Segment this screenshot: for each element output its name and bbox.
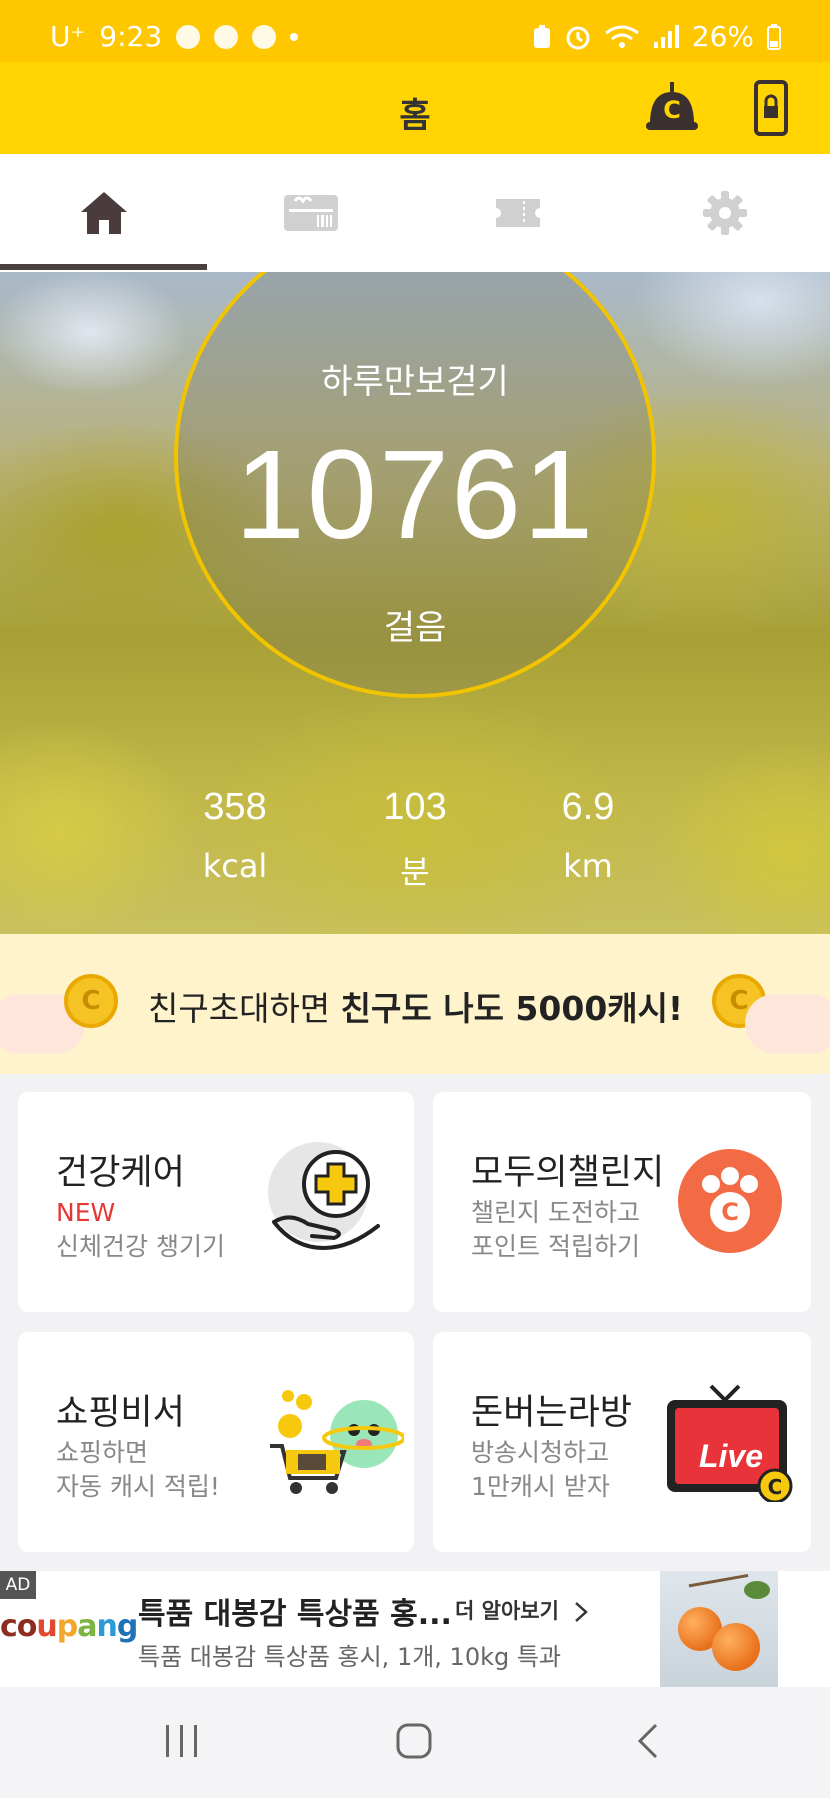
ticket-icon — [495, 199, 540, 227]
minutes-stat: 103 분 — [325, 786, 505, 893]
card-title: 쇼핑비서 — [56, 1393, 185, 1433]
page-title: 홈 — [399, 96, 431, 136]
live-badge: Live — [698, 1438, 764, 1474]
ad-more-label: 더 알아보기 — [455, 1599, 559, 1623]
wifi-icon — [604, 25, 639, 48]
clock: 9:23 — [99, 20, 163, 53]
tab-ticket[interactable] — [414, 154, 621, 272]
more-notifications-icon — [290, 32, 299, 41]
coin-icon: C — [64, 974, 118, 1028]
card-subtitle-2: 1만캐시 받자 — [471, 1472, 610, 1501]
tab-home[interactable] — [0, 154, 207, 272]
signal-icon — [653, 24, 679, 48]
ad-product-image — [660, 1571, 778, 1687]
svg-text:C: C — [768, 1475, 783, 1499]
card-subtitle: 신체건강 챙기기 — [56, 1232, 225, 1261]
health-care-icon — [268, 1142, 380, 1251]
active-tab-indicator — [0, 264, 207, 270]
calories-unit: kcal — [202, 847, 268, 885]
ad-title: 특품 대봉감 특상품 홍... — [138, 1597, 452, 1632]
coupang-logo: coupang — [0, 1609, 138, 1644]
card-subtitle-2: 포인트 적립하기 — [471, 1232, 640, 1261]
tab-settings[interactable] — [621, 154, 828, 272]
card-title: 모두의챌린지 — [471, 1153, 665, 1193]
lock-screen-button[interactable] — [740, 78, 800, 138]
notification-icon — [252, 24, 277, 49]
system-nav-bar — [0, 1687, 830, 1798]
notification-icon — [176, 24, 201, 49]
tab-bar — [0, 154, 830, 272]
calories-value: 358 — [203, 786, 267, 828]
new-badge: NEW — [56, 1198, 116, 1227]
app-bar: 홈 C — [0, 62, 830, 154]
ad-more-link[interactable]: 더 알아보기 — [455, 1595, 589, 1625]
battery-icon — [767, 23, 781, 50]
carrier-label: U⁺ — [50, 20, 86, 53]
status-right: 26% — [532, 20, 782, 53]
minutes-value: 103 — [383, 786, 447, 828]
ad-banner[interactable]: AD coupang 특품 대봉감 특상품 홍... 더 알아보기 특품 대봉감… — [0, 1571, 830, 1687]
invite-text-prefix: 친구초대하면 — [148, 989, 341, 1028]
notification-icon — [214, 24, 239, 49]
hand-right-icon — [745, 994, 830, 1054]
steps-count: 10761 — [234, 424, 596, 565]
challenge-card[interactable]: 모두의챌린지 챌린지 도전하고 포인트 적립하기 C — [433, 1092, 811, 1312]
ad-tag: AD — [0, 1571, 36, 1599]
paw-icon: C — [678, 1149, 782, 1253]
live-broadcast-card[interactable]: 돈버는라방 방송시청하고 1만캐시 받자 C Live — [433, 1332, 811, 1552]
tab-gift[interactable] — [207, 154, 414, 272]
alarm-icon — [566, 26, 590, 49]
minutes-unit: 분 — [400, 853, 430, 891]
status-left: U⁺ 9:23 — [50, 20, 299, 53]
app-screen: U⁺ 9:23 26% 홈 C 하루만보걷기 10761 걸음 358 kcal… — [0, 0, 830, 1798]
steps-unit: 걸음 — [383, 608, 447, 648]
card-subtitle: 챌린지 도전하고 — [471, 1198, 640, 1227]
battery-percent: 26% — [691, 20, 754, 53]
home-icon — [80, 192, 127, 234]
gift-card-icon — [283, 195, 338, 231]
card-subtitle: 쇼핑하면 — [56, 1438, 149, 1467]
phone-lock-icon — [754, 80, 788, 136]
gear-icon — [702, 191, 747, 235]
invite-banner-text: 친구초대하면 친구도 나도 5000캐시! — [148, 982, 683, 1030]
distance-stat: 6.9 km — [498, 786, 678, 885]
svg-text:C: C — [663, 96, 681, 124]
chevron-right-icon — [575, 1602, 589, 1622]
home-button[interactable] — [394, 1721, 434, 1761]
status-bar: U⁺ 9:23 26% — [0, 0, 830, 62]
invite-text-highlight: 친구도 나도 5000캐시! — [340, 989, 684, 1028]
calories-stat: 358 kcal — [145, 786, 325, 885]
card-title: 돈버는라방 — [471, 1393, 633, 1433]
card-subtitle: 방송시청하고 — [471, 1438, 610, 1467]
card-subtitle-2: 자동 캐시 적립! — [56, 1472, 220, 1501]
invite-friends-banner[interactable]: C 친구초대하면 친구도 나도 5000캐시! C — [0, 934, 830, 1074]
distance-value: 6.9 — [561, 786, 615, 828]
svg-text:C: C — [721, 1198, 739, 1226]
shopping-cart-mascot-icon — [270, 1390, 404, 1494]
cash-hat-button[interactable]: C — [642, 78, 702, 138]
recent-apps-button[interactable] — [164, 1721, 200, 1761]
health-care-card[interactable]: 건강케어 NEW 신체건강 챙기기 — [18, 1092, 414, 1312]
pedometer-panel: 하루만보걷기 10761 걸음 358 kcal 103 분 6.9 km — [0, 272, 830, 934]
battery-saver-icon — [533, 24, 550, 48]
card-title: 건강케어 — [56, 1153, 185, 1193]
cash-hat-icon: C — [646, 82, 698, 130]
ad-subtitle: 특품 대봉감 특상품 홍시, 1개, 10kg 특과 — [138, 1643, 562, 1671]
pedometer-title: 하루만보걷기 — [321, 362, 509, 402]
back-button[interactable] — [634, 1721, 660, 1761]
distance-unit: km — [563, 847, 613, 885]
shopping-assistant-card[interactable]: 쇼핑비서 쇼핑하면 자동 캐시 적립! — [18, 1332, 414, 1552]
